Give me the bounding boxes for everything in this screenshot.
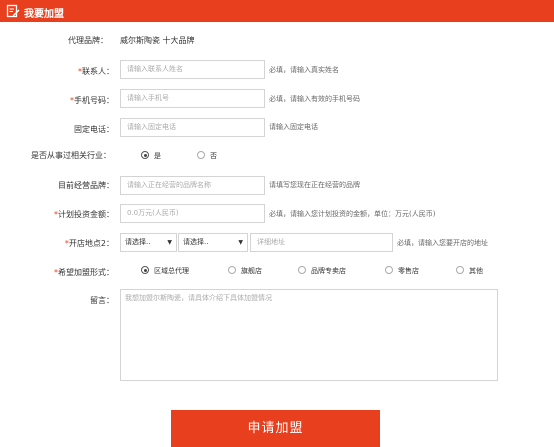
industry-yes-label: 是 xyxy=(154,152,161,160)
phone-hint: 请输入固定电话 xyxy=(269,123,318,131)
form-type-label-flagship: 旗舰店 xyxy=(241,267,262,275)
edit-icon xyxy=(6,4,20,18)
investment-input[interactable]: 0.0万元(人民币) xyxy=(120,204,265,223)
contact-label: *联系人： xyxy=(78,67,114,76)
apply-submit-button[interactable]: 申请加盟 xyxy=(171,410,380,447)
form-type-label-retail: 零售店 xyxy=(398,267,419,275)
location-hint: 必填，请输入您要开店的地址 xyxy=(397,239,488,247)
form-type-radio-flagship[interactable] xyxy=(228,266,236,274)
mobile-label: *手机号码： xyxy=(70,96,114,105)
agent-brand-value: 威尔斯陶瓷 十大品牌 xyxy=(120,36,195,45)
form-type-radio-other[interactable] xyxy=(456,266,464,274)
current-brand-hint: 请填写您现在正在经营的品牌 xyxy=(269,181,360,189)
industry-no-radio[interactable] xyxy=(197,151,205,159)
message-label: 留言： xyxy=(90,296,114,305)
mobile-hint: 必填，请输入有效的手机号码 xyxy=(269,95,360,103)
form-type-label-brand-store: 品牌专卖店 xyxy=(311,267,346,275)
city-select-value: 请选择.. xyxy=(183,238,209,246)
investment-label: *计划投资金额： xyxy=(54,210,114,219)
form-type-label: *希望加盟形式： xyxy=(54,268,114,277)
form-header: 我要加盟 xyxy=(0,0,554,22)
address-input[interactable]: 详细地址 xyxy=(250,233,393,252)
current-brand-label: 目前经营品牌： xyxy=(58,181,114,190)
phone-input[interactable]: 请输入固定电话 xyxy=(120,118,265,137)
mobile-input[interactable]: 请输入手机号 xyxy=(120,89,265,108)
investment-hint: 必填，请输入您计划投资的金额，单位：万元(人民币) xyxy=(269,210,436,218)
phone-label: 固定电话： xyxy=(74,125,114,134)
agent-brand-label: 代理品牌： xyxy=(68,36,108,45)
province-select[interactable]: 请选择.. ▼ xyxy=(120,233,177,252)
chevron-down-icon: ▼ xyxy=(238,239,243,246)
contact-hint: 必填，请输入真实姓名 xyxy=(269,66,339,74)
industry-yes-radio[interactable] xyxy=(141,151,149,159)
location-label: *开店地点2： xyxy=(64,239,114,248)
form-type-radio-regional[interactable] xyxy=(141,266,149,274)
form-type-label-regional: 区域总代理 xyxy=(154,267,189,275)
form-type-label-other: 其他 xyxy=(469,267,483,275)
form-type-radio-retail[interactable] xyxy=(385,266,393,274)
contact-input[interactable]: 请输入联系人姓名 xyxy=(120,60,265,79)
industry-no-label: 否 xyxy=(210,152,217,160)
chevron-down-icon: ▼ xyxy=(167,239,172,246)
current-brand-input[interactable]: 请输入正在经营的品牌名称 xyxy=(120,176,265,195)
province-select-value: 请选择.. xyxy=(125,238,151,246)
message-textarea[interactable]: 我想加盟尔斯陶瓷，请具体介绍下具体加盟情况 xyxy=(120,289,498,381)
industry-label: 是否从事过相关行业： xyxy=(31,151,111,160)
form-type-radio-brand-store[interactable] xyxy=(298,266,306,274)
city-select[interactable]: 请选择.. ▼ xyxy=(178,233,248,252)
header-title: 我要加盟 xyxy=(24,9,64,20)
